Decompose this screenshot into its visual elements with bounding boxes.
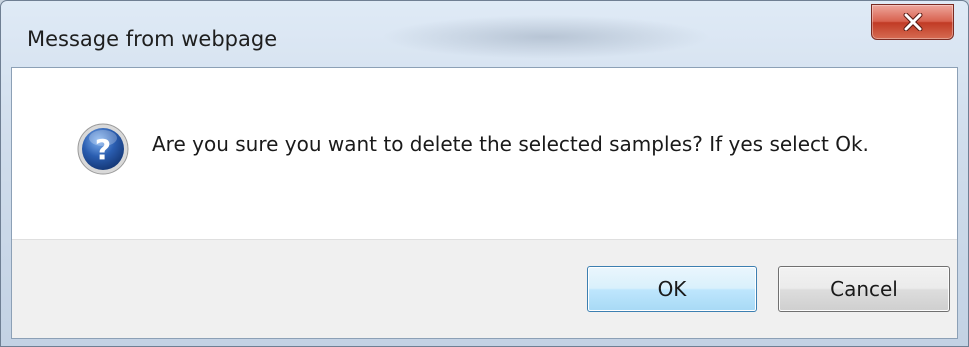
question-icon: ? — [77, 123, 129, 175]
close-button[interactable] — [871, 4, 954, 40]
svg-text:?: ? — [95, 133, 111, 166]
dialog-content: ? Are you sure you want to delete the se… — [11, 67, 958, 339]
title-bar-background-blur — [381, 15, 711, 59]
message-area: ? Are you sure you want to delete the se… — [12, 68, 957, 239]
ok-button[interactable]: OK — [587, 266, 757, 312]
close-icon — [903, 13, 923, 31]
dialog-title: Message from webpage — [27, 27, 278, 51]
title-bar[interactable]: Message from webpage — [1, 1, 968, 67]
cancel-button[interactable]: Cancel — [778, 266, 950, 312]
message-dialog: Message from webpage ? Are you sure you … — [0, 0, 969, 347]
dialog-message: Are you sure you want to delete the sele… — [152, 132, 869, 156]
button-bar: OK Cancel — [12, 239, 957, 338]
